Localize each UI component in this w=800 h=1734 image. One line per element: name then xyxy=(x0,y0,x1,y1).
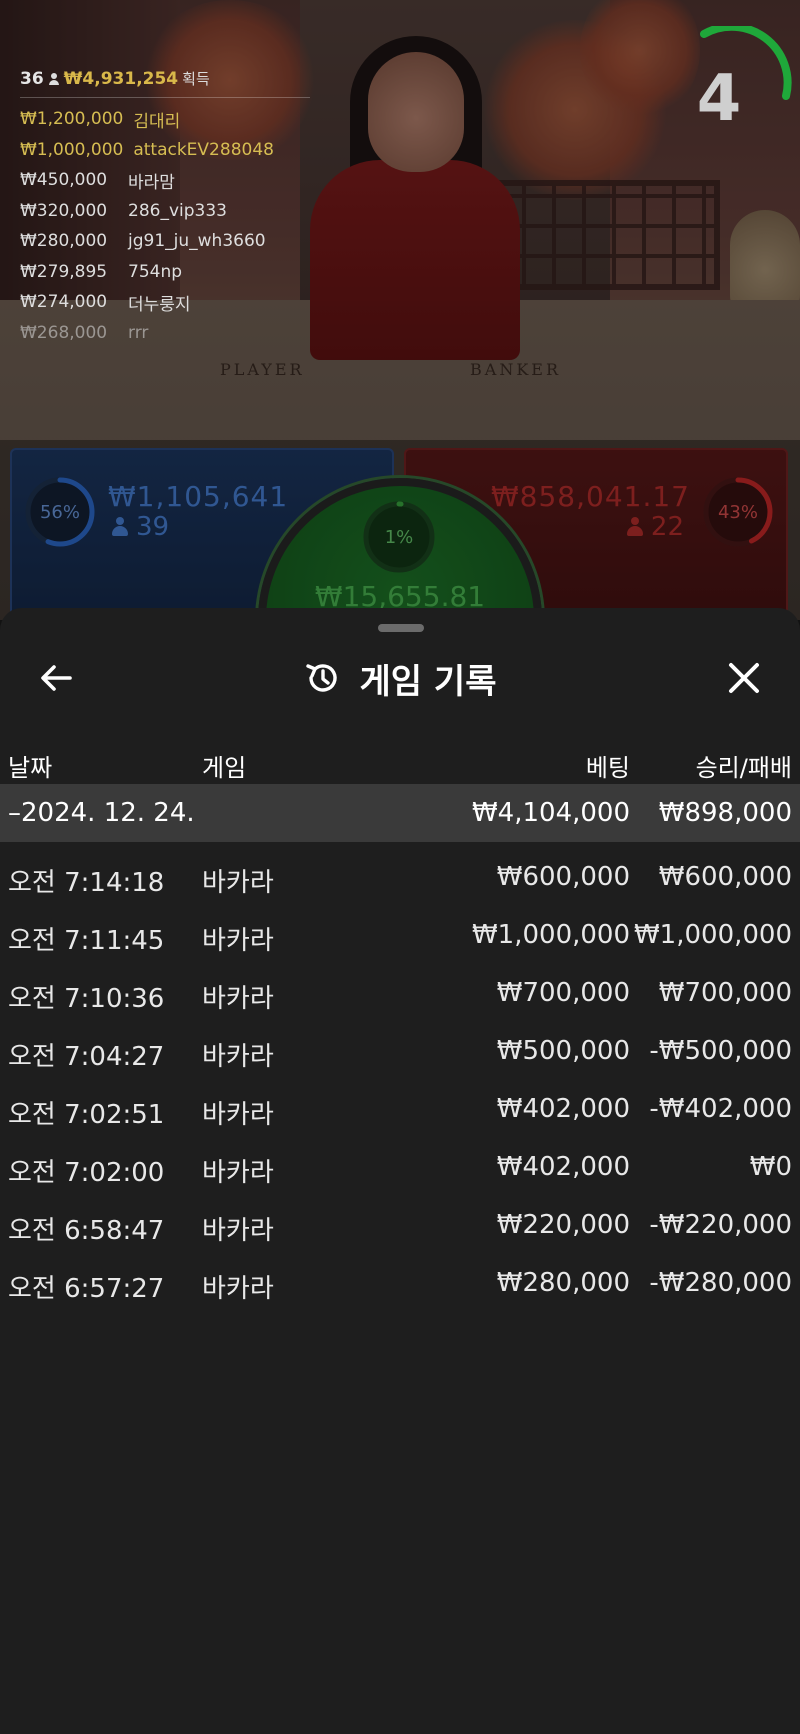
leaderboard-row: ₩268,000 rrr xyxy=(20,322,149,343)
betting-countdown: 4 xyxy=(676,26,796,146)
date-group-bet-total: ₩4,104,000 xyxy=(471,798,630,828)
sheet-drag-handle[interactable] xyxy=(378,624,424,632)
arrow-left-icon xyxy=(41,665,72,691)
player-count: 36 xyxy=(20,68,44,89)
countdown-number: 4 xyxy=(696,62,742,136)
column-header-result: 승리/패배 xyxy=(695,754,792,782)
leaderboard-row: ₩1,000,000 attackEV288048 xyxy=(20,139,274,160)
total-winnings: ₩4,931,254 xyxy=(63,68,179,89)
close-button[interactable] xyxy=(724,658,764,698)
close-icon xyxy=(729,663,759,693)
table-row[interactable]: 오전 7:11:45 바카라 ₩1,000,000 ₩1,000,000 xyxy=(0,906,800,964)
leaderboard-row: ₩274,000 더누룽지 xyxy=(20,292,191,315)
column-header-date: 날짜 xyxy=(8,754,53,782)
table-row[interactable]: 오전 7:02:00 바카라 ₩402,000 ₩0 xyxy=(0,1138,800,1196)
leaderboard-row: ₩320,000 286_vip333 xyxy=(20,200,227,221)
sheet-title-group: 게임 기록 xyxy=(0,648,800,708)
table-row[interactable]: 오전 6:57:27 바카라 ₩280,000 -₩280,000 xyxy=(0,1254,800,1312)
leaderboard-row: ₩280,000 jg91_ju_wh3660 xyxy=(20,231,266,252)
table-row[interactable]: 오전 6:58:47 바카라 ₩220,000 -₩220,000 xyxy=(0,1196,800,1254)
leaderboard-row: ₩279,895 754np xyxy=(20,261,183,282)
history-table-header: 날짜 게임 베팅 승리/패배 xyxy=(0,736,800,786)
winners-leaderboard: 36 ₩4,931,254 획득 ₩1,200,000 김대리 ₩1,000,00… xyxy=(20,68,310,348)
date-group-row[interactable]: –2024. 12. 24. ₩4,104,000 ₩898,000 xyxy=(0,784,800,842)
leaderboard-header: 36 ₩4,931,254 획득 xyxy=(20,68,310,98)
leaderboard-row: ₩1,200,000 김대리 xyxy=(20,109,181,132)
sheet-title: 게임 기록 xyxy=(359,661,497,702)
total-winnings-label: 획득 xyxy=(182,70,210,88)
column-header-game: 게임 xyxy=(202,754,247,782)
user-icon xyxy=(48,72,60,85)
game-history-sheet: 게임 기록 날짜 게임 베팅 승리/패배 –2024. 12. 24. ₩4,1… xyxy=(0,608,800,1734)
date-group-date: –2024. 12. 24. xyxy=(8,798,195,828)
table-row[interactable]: 오전 7:04:27 바카라 ₩500,000 -₩500,000 xyxy=(0,1022,800,1080)
history-icon xyxy=(305,664,337,692)
table-row[interactable]: 오전 7:14:18 바카라 ₩600,000 ₩600,000 xyxy=(0,848,800,906)
date-group-result-total: ₩898,000 xyxy=(658,798,792,828)
column-header-bet: 베팅 xyxy=(585,754,630,782)
leaderboard-row: ₩450,000 바라맘 xyxy=(20,170,175,193)
back-button[interactable] xyxy=(36,660,76,696)
sheet-header: 게임 기록 xyxy=(0,648,800,708)
history-rows: 오전 7:14:18 바카라 ₩600,000 ₩600,000 오전 7:11:45… xyxy=(0,848,800,1312)
table-row[interactable]: 오전 7:02:51 바카라 ₩402,000 -₩402,000 xyxy=(0,1080,800,1138)
table-row[interactable]: 오전 7:10:36 바카라 ₩700,000 ₩700,000 xyxy=(0,964,800,1022)
